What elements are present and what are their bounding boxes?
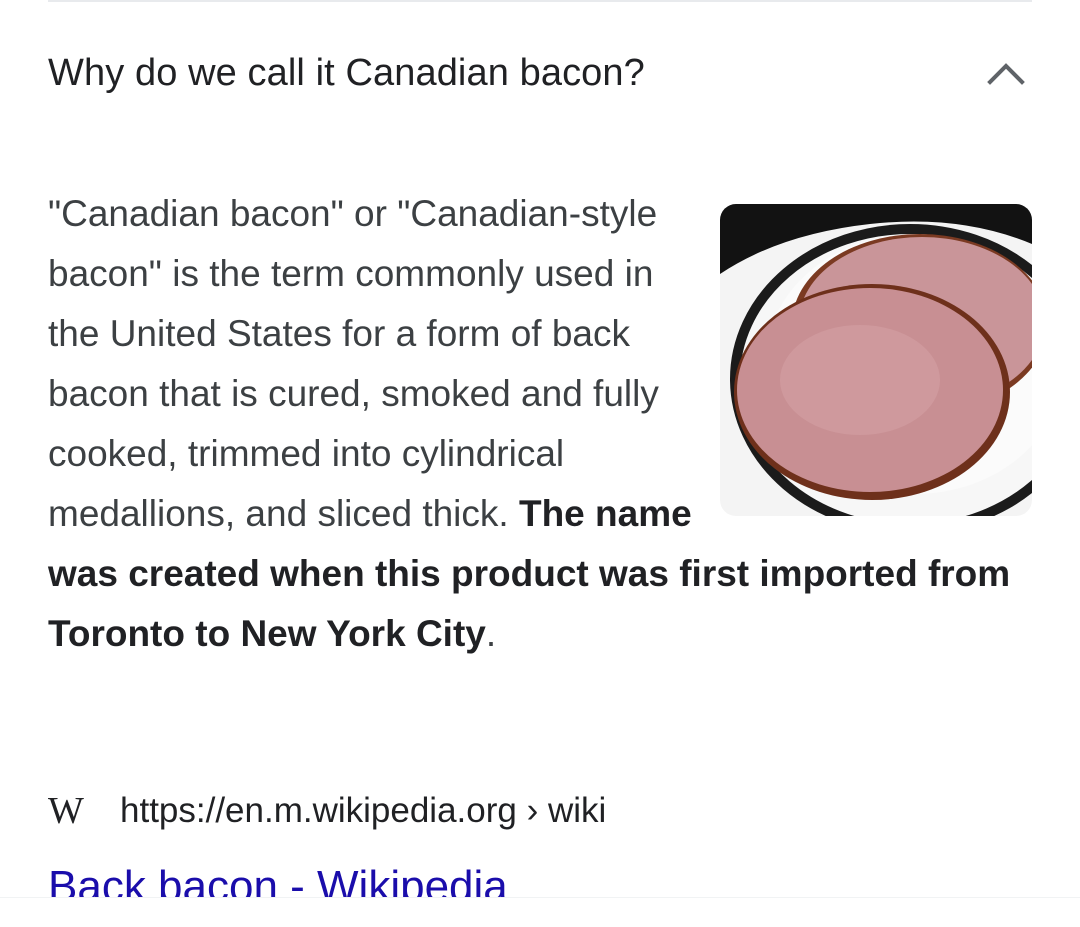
search-result-page: Why do we call it Canadian bacon? "Canad…: [0, 0, 1080, 927]
faq-question: Why do we call it Canadian bacon?: [48, 51, 645, 94]
top-divider: [48, 0, 1032, 2]
source-row[interactable]: W https://en.m.wikipedia.org › wiki: [48, 786, 606, 836]
source-url[interactable]: https://en.m.wikipedia.org › wiki: [120, 791, 606, 831]
answer-plain: "Canadian bacon" or "Canadian-style baco…: [48, 193, 659, 534]
sliced-canadian-bacon-image[interactable]: [720, 204, 1032, 516]
answer-end: .: [485, 613, 497, 654]
faq-question-row[interactable]: Why do we call it Canadian bacon?: [48, 38, 1032, 108]
bottom-edge: [0, 897, 1080, 927]
chevron-up-icon[interactable]: [986, 53, 1026, 93]
faq-answer: "Canadian bacon" or "Canadian-style baco…: [48, 184, 1038, 664]
wikipedia-logo-icon: W: [48, 790, 84, 832]
